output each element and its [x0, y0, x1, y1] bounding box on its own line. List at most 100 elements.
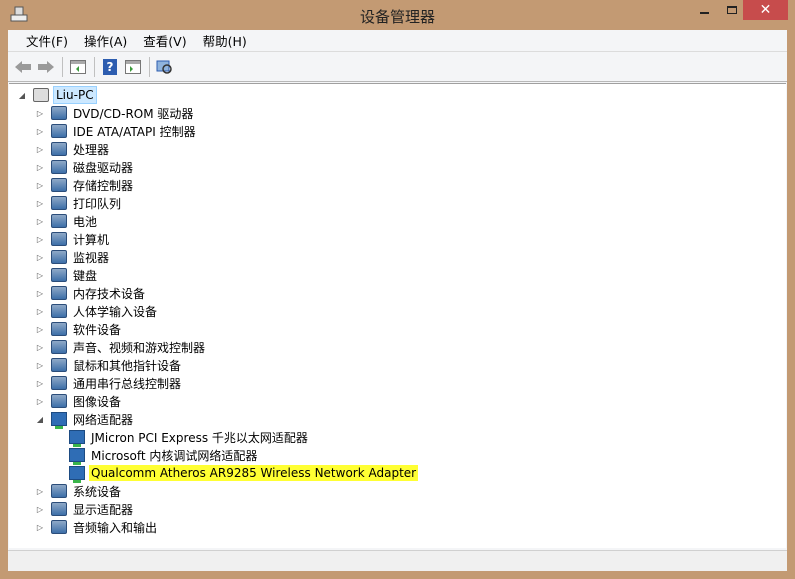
tree-category-label: 磁盘驱动器 [73, 160, 134, 175]
back-button[interactable] [12, 56, 34, 78]
menu-file[interactable]: 文件(F) [18, 31, 76, 50]
minimize-button[interactable] [690, 0, 718, 20]
expand-arrow-icon[interactable]: ▷ [35, 361, 45, 370]
expand-arrow-icon[interactable]: ▷ [35, 397, 45, 406]
tree-category-label: 处理器 [73, 142, 110, 157]
show-action-pane-button[interactable] [122, 56, 144, 78]
monitor-icon [51, 250, 67, 264]
device-tree: ◢ Liu-PC ▷ DVD/CD-ROM 驱动器 ▷ IDE ATA/ATAPI 控… [9, 83, 786, 548]
tree-category-label: 软件设备 [73, 322, 122, 337]
expand-arrow-icon[interactable]: ▷ [35, 379, 45, 388]
expand-arrow-icon[interactable]: ▷ [35, 127, 45, 136]
tree-category[interactable]: ▷ 存储控制器 [35, 176, 135, 194]
help-icon: ? [103, 58, 117, 75]
expand-arrow-icon[interactable]: ▷ [35, 199, 45, 208]
collapse-arrow-icon[interactable]: ◢ [17, 91, 27, 100]
mouse-icon [51, 358, 67, 372]
tree-category[interactable]: ▷ 内存技术设备 [35, 284, 147, 302]
tree-device[interactable]: Microsoft 内核调试网络适配器 [69, 446, 259, 465]
maximize-button[interactable] [718, 0, 746, 20]
tree-category[interactable]: ▷ 声音、视频和游戏控制器 [35, 338, 207, 356]
client-area: 文件(F) 操作(A) 查看(V) 帮助(H) ? ◢ Liu-PC ▷ DVD/… [8, 30, 787, 571]
expand-arrow-icon[interactable]: ▷ [35, 253, 45, 262]
network-adapter-icon [51, 412, 67, 429]
tree-category[interactable]: ▷ IDE ATA/ATAPI 控制器 [35, 122, 198, 140]
expand-arrow-icon[interactable]: ▷ [35, 325, 45, 334]
tree-root[interactable]: ◢ Liu-PC [17, 86, 97, 104]
tree-device[interactable]: JMicron PCI Express 千兆以太网适配器 [69, 428, 310, 447]
memory-icon [51, 286, 67, 300]
expand-arrow-icon[interactable]: ▷ [35, 271, 45, 280]
scan-hardware-icon [156, 60, 172, 74]
expand-arrow-icon[interactable]: ▷ [35, 523, 45, 532]
tree-category[interactable]: ▷ 打印队列 [35, 194, 123, 212]
tree-device[interactable]: Qualcomm Atheros AR9285 Wireless Network… [69, 464, 419, 483]
expand-arrow-icon[interactable]: ▷ [35, 235, 45, 244]
tree-category[interactable]: ▷ 磁盘驱动器 [35, 158, 135, 176]
battery-icon [51, 214, 67, 228]
collapse-arrow-icon[interactable]: ◢ [35, 415, 45, 424]
computer-icon [33, 88, 49, 102]
expand-arrow-icon[interactable]: ▷ [35, 145, 45, 154]
action-pane-icon [125, 59, 141, 74]
tree-device-label: JMicron PCI Express 千兆以太网适配器 [91, 430, 308, 445]
help-button[interactable]: ? [99, 56, 121, 78]
toolbar: ? [8, 52, 787, 82]
tree-category-label: 通用串行总线控制器 [73, 376, 182, 391]
tree-category-label: 计算机 [73, 232, 110, 247]
tree-category[interactable]: ▷ 电池 [35, 212, 99, 230]
display-adapter-icon [51, 502, 67, 516]
menu-action[interactable]: 操作(A) [76, 31, 135, 50]
tree-category[interactable]: ▷ 通用串行总线控制器 [35, 374, 183, 392]
expand-arrow-icon[interactable]: ▷ [35, 217, 45, 226]
expand-arrow-icon[interactable]: ▷ [35, 505, 45, 514]
disk-drive-icon [51, 160, 67, 174]
hid-icon [51, 304, 67, 318]
ide-controller-icon [51, 124, 67, 138]
show-hide-console-tree-button[interactable] [67, 56, 89, 78]
toolbar-separator [62, 56, 63, 77]
tree-category[interactable]: ▷ 计算机 [35, 230, 111, 248]
console-tree-icon [70, 59, 86, 74]
window-title: 设备管理器 [359, 8, 435, 26]
network-adapter-icon [69, 430, 85, 447]
tree-category-label: 鼠标和其他指针设备 [73, 358, 182, 373]
expand-arrow-icon[interactable]: ▷ [35, 307, 45, 316]
tree-category[interactable]: ▷ 人体学输入设备 [35, 302, 159, 320]
tree-category[interactable]: ▷ DVD/CD-ROM 驱动器 [35, 104, 195, 122]
forward-button[interactable] [35, 56, 57, 78]
tree-category-label: 键盘 [73, 268, 98, 283]
close-button[interactable]: ✕ [743, 0, 788, 20]
tree-category-label: DVD/CD-ROM 驱动器 [73, 106, 194, 121]
network-adapter-icon [69, 466, 85, 483]
tree-category[interactable]: ▷ 音频输入和输出 [35, 518, 159, 536]
tree-category-label: IDE ATA/ATAPI 控制器 [73, 124, 196, 139]
scan-hardware-button[interactable] [154, 56, 176, 78]
expand-arrow-icon[interactable]: ▷ [35, 343, 45, 352]
computer-icon [51, 232, 67, 246]
arrow-left-icon [15, 60, 31, 73]
expand-arrow-icon[interactable]: ▷ [35, 289, 45, 298]
tree-category[interactable]: ▷ 键盘 [35, 266, 99, 284]
disc-drive-icon [51, 106, 67, 120]
tree-category[interactable]: ◢ 网络适配器 [35, 410, 135, 429]
processor-icon [51, 142, 67, 156]
tree-category[interactable]: ▷ 图像设备 [35, 392, 123, 410]
tree-category[interactable]: ▷ 显示适配器 [35, 500, 135, 518]
usb-icon [51, 376, 67, 390]
tree-category[interactable]: ▷ 鼠标和其他指针设备 [35, 356, 183, 374]
toolbar-separator [94, 56, 95, 77]
menu-view[interactable]: 查看(V) [135, 31, 194, 50]
expand-arrow-icon[interactable]: ▷ [35, 163, 45, 172]
menu-bar: 文件(F) 操作(A) 查看(V) 帮助(H) [8, 30, 787, 52]
expand-arrow-icon[interactable]: ▷ [35, 109, 45, 118]
tree-category[interactable]: ▷ 软件设备 [35, 320, 123, 338]
menu-help[interactable]: 帮助(H) [195, 31, 255, 50]
tree-category[interactable]: ▷ 系统设备 [35, 482, 123, 500]
expand-arrow-icon[interactable]: ▷ [35, 181, 45, 190]
tree-category[interactable]: ▷ 监视器 [35, 248, 111, 266]
expand-arrow-icon[interactable]: ▷ [35, 487, 45, 496]
tree-category-label: 存储控制器 [73, 178, 134, 193]
tree-category-label: 图像设备 [73, 394, 122, 409]
tree-category[interactable]: ▷ 处理器 [35, 140, 111, 158]
